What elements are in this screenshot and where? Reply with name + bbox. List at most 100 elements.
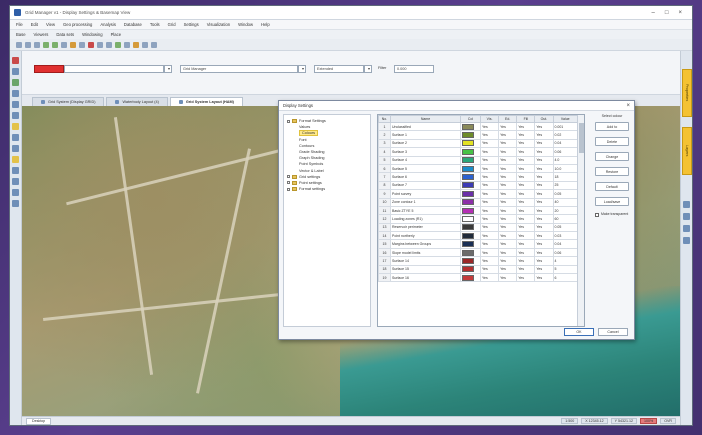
cell-name[interactable]: Surface 3 [390, 147, 461, 157]
cell-no[interactable]: 16 [378, 247, 391, 258]
cell-out[interactable]: Yes [534, 214, 554, 224]
colour-cell[interactable] [460, 239, 481, 249]
colour-swatch[interactable] [462, 224, 474, 231]
colour-cell[interactable] [460, 273, 481, 283]
cell-out[interactable]: Yes [534, 197, 554, 207]
status-tab-desktop[interactable]: Desktop [26, 417, 52, 425]
cell-value[interactable]: 0.06 [552, 147, 578, 157]
change-button[interactable]: Change [595, 152, 629, 161]
cell-out[interactable]: Yes [534, 155, 554, 165]
cell-out[interactable]: Yes [534, 247, 554, 258]
doc-tab-waterbody[interactable]: Waterbody Layout (4) [106, 97, 168, 106]
restore-button[interactable]: Restore [595, 167, 629, 176]
menu-item[interactable]: Analysis [100, 22, 116, 27]
measure-icon[interactable] [97, 41, 103, 48]
cell-out[interactable]: Yes [534, 222, 554, 233]
colour-swatch[interactable] [462, 182, 474, 189]
colour-swatch[interactable] [462, 132, 474, 139]
cell-fill[interactable]: Yes [516, 138, 536, 149]
cell-ed[interactable]: Yes [498, 180, 518, 191]
cell-no[interactable]: 18 [378, 264, 391, 275]
colour-swatch[interactable] [462, 215, 474, 222]
cell-value[interactable]: 0.001 [552, 121, 578, 132]
cell-name[interactable]: Margins between Groups [390, 239, 461, 249]
cell-name[interactable]: Surface 2 [390, 138, 461, 149]
menu-item[interactable]: Edit [31, 22, 38, 27]
cell-ed[interactable]: Yes [498, 172, 518, 182]
print-icon[interactable] [106, 41, 112, 48]
layer-select[interactable]: Grid Manager [180, 65, 298, 73]
colour-cell[interactable] [460, 197, 481, 207]
col-header[interactable]: Vis. [479, 115, 500, 123]
col-header[interactable]: Out. [534, 115, 554, 123]
cell-name[interactable]: Surface 15 [390, 264, 461, 275]
cell-ed[interactable]: Yes [498, 239, 518, 249]
grid-icon[interactable] [133, 41, 139, 48]
pan-icon[interactable] [61, 41, 67, 48]
colour-cell[interactable] [460, 214, 481, 224]
colour-cell[interactable] [460, 264, 481, 275]
cell-fill[interactable]: Yes [516, 121, 536, 132]
cell-ed[interactable]: Yes [498, 273, 518, 283]
cell-vis[interactable]: Yes [479, 222, 500, 233]
cell-vis[interactable]: Yes [479, 273, 500, 283]
mode-select[interactable]: Extended [314, 65, 364, 73]
cell-value[interactable]: 6 [552, 273, 578, 283]
open-icon[interactable] [25, 41, 31, 48]
cell-ed[interactable]: Yes [498, 256, 518, 266]
cell-out[interactable]: Yes [534, 273, 554, 283]
cell-value[interactable]: 0.03 [552, 231, 578, 241]
active-field-indicator[interactable] [34, 65, 64, 73]
cell-fill[interactable]: Yes [516, 256, 536, 266]
cell-fill[interactable]: Yes [516, 155, 536, 165]
cell-ed[interactable]: Yes [498, 155, 518, 165]
cell-out[interactable]: Yes [534, 163, 554, 174]
colour-cell[interactable] [460, 222, 481, 233]
cell-vis[interactable]: Yes [479, 264, 500, 275]
cell-vis[interactable]: Yes [479, 163, 500, 174]
cell-value[interactable]: 40 [552, 197, 578, 207]
menu-item[interactable]: Tools [150, 22, 160, 27]
colour-swatch[interactable] [462, 257, 474, 264]
scroll-thumb[interactable] [579, 123, 584, 153]
cell-out[interactable]: Yes [534, 256, 554, 266]
colour-swatch[interactable] [462, 266, 474, 273]
col-header[interactable]: Col [460, 115, 481, 123]
colour-cell[interactable] [460, 147, 481, 157]
cell-name[interactable]: Unclassified [390, 121, 461, 132]
cell-value[interactable]: 0.06 [552, 247, 578, 258]
cell-ed[interactable]: Yes [498, 222, 518, 233]
field-input[interactable] [64, 65, 164, 73]
dock-tab-properties[interactable]: Properties [682, 69, 692, 117]
cell-name[interactable]: Point survey [390, 189, 461, 199]
transparent-option[interactable]: Make transparent [592, 212, 632, 217]
dock-filter-icon[interactable] [683, 225, 690, 232]
colour-swatch[interactable] [462, 157, 474, 164]
ribbon-tab[interactable]: Viewers [34, 32, 49, 37]
cell-fill[interactable]: Yes [516, 264, 536, 275]
cell-value[interactable]: 25 [552, 180, 578, 191]
table-row[interactable]: 8 Surface 7 Yes Yes Yes Yes 25 [378, 180, 578, 191]
cell-name[interactable]: Point northerly [390, 231, 461, 241]
cell-no[interactable]: 8 [378, 180, 391, 191]
cell-name[interactable]: Surface 4 [390, 155, 461, 165]
cell-name[interactable]: Basic ZTYE 5 [390, 205, 461, 216]
table-row[interactable]: 5 Surface 4 Yes Yes Yes Yes 4.0 [378, 155, 578, 165]
cell-out[interactable]: Yes [534, 205, 554, 216]
cell-no[interactable]: 2 [378, 130, 391, 140]
cell-out[interactable]: Yes [534, 189, 554, 199]
table-row[interactable]: 15 Margins between Groups Yes Yes Yes Yes 0.04 [378, 239, 578, 249]
cell-no[interactable]: 6 [378, 163, 391, 174]
cell-fill[interactable]: Yes [516, 214, 536, 224]
layer-icon[interactable] [70, 41, 76, 48]
cell-no[interactable]: 17 [378, 256, 391, 266]
cell-vis[interactable]: Yes [479, 121, 500, 132]
select-icon[interactable] [79, 41, 85, 48]
cell-out[interactable]: Yes [534, 130, 554, 140]
table-row[interactable]: 18 Surface 15 Yes Yes Yes Yes 5 [378, 264, 578, 275]
menu-item[interactable]: Grid [168, 22, 176, 27]
export-icon[interactable] [142, 41, 148, 48]
cell-no[interactable]: 4 [378, 147, 391, 157]
table-row[interactable]: 17 Surface 14 Yes Yes Yes Yes 4 [378, 256, 578, 266]
tool-label-icon[interactable] [12, 156, 19, 163]
